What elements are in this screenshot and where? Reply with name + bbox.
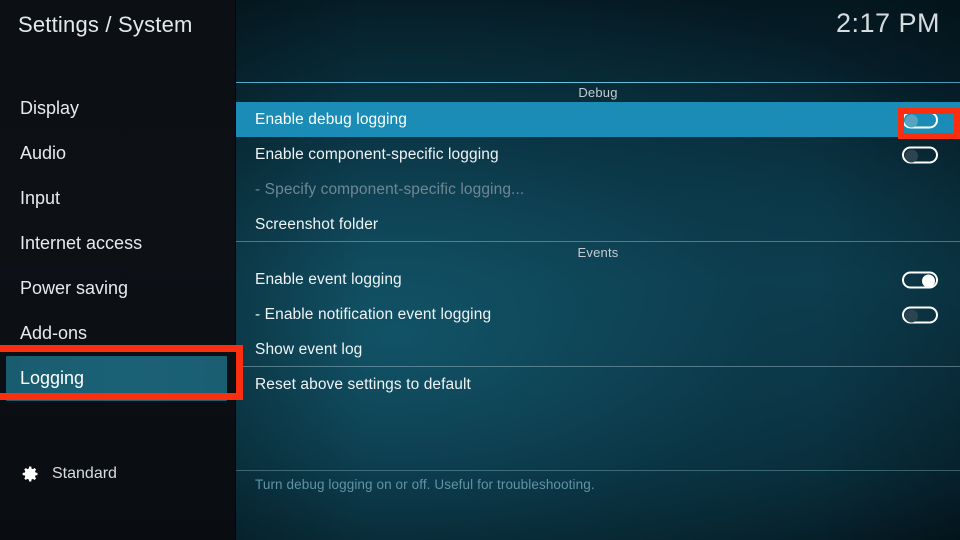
toggle-knob <box>922 274 935 287</box>
settings-row-label: Reset above settings to default <box>255 375 471 393</box>
toggle-knob <box>905 309 918 322</box>
toggle-switch[interactable] <box>902 146 938 163</box>
list-top-divider <box>236 82 960 83</box>
gear-icon <box>20 464 40 484</box>
settings-row-label: Show event log <box>255 340 363 358</box>
settings-row: - Specify component-specific logging... <box>236 172 960 207</box>
sidebar-item-label: Input <box>20 188 61 208</box>
settings-row[interactable]: Enable event logging <box>236 262 960 297</box>
settings-group-header: Events <box>577 244 619 260</box>
kodi-settings-screen: 2:17 PM Settings / System Display Audio In… <box>0 0 960 540</box>
page-title: Settings / System <box>18 12 193 37</box>
sidebar-item-power-saving[interactable]: Power saving <box>0 266 236 311</box>
settings-row[interactable]: Enable component-specific logging <box>236 137 960 172</box>
sidebar-item-label: Logging <box>20 368 85 388</box>
sidebar: Settings / System Display Audio Input Inter… <box>0 0 236 540</box>
sidebar-item-display[interactable]: Display <box>0 86 236 131</box>
settings-row[interactable]: Enable debug logging <box>236 102 960 137</box>
sidebar-item-logging[interactable]: Logging <box>6 356 227 401</box>
settings-list: Debug Enable debug logging Enable componen… <box>236 82 960 402</box>
settings-group-header: Debug <box>578 84 618 100</box>
settings-row-label: - Enable notification event logging <box>255 305 492 323</box>
toggle-switch[interactable] <box>902 306 938 323</box>
settings-row-label: Screenshot folder <box>255 215 379 233</box>
sidebar-nav: Display Audio Input Internet access Power sa… <box>0 86 236 401</box>
profile-level[interactable]: Standard <box>20 464 117 484</box>
toggle-knob <box>905 149 918 162</box>
settings-row-label: Enable debug logging <box>255 110 407 128</box>
sidebar-item-label: Audio <box>20 143 67 163</box>
sidebar-item-internet-access[interactable]: Internet access <box>0 221 236 266</box>
profile-level-label: Standard <box>52 465 117 482</box>
settings-row[interactable]: Reset above settings to default <box>236 367 960 402</box>
sidebar-item-input[interactable]: Input <box>0 176 236 221</box>
settings-row[interactable]: Screenshot folder <box>236 207 960 242</box>
settings-row[interactable]: - Enable notification event logging <box>236 297 960 332</box>
settings-row-label: Enable component-specific logging <box>255 145 499 163</box>
settings-row-label: Enable event logging <box>255 270 402 288</box>
sidebar-item-label: Internet access <box>20 233 143 253</box>
clock: 2:17 PM <box>835 8 940 38</box>
help-divider <box>236 470 960 471</box>
sidebar-item-add-ons[interactable]: Add-ons <box>0 311 236 356</box>
toggle-switch[interactable] <box>902 271 938 288</box>
settings-row[interactable]: Show event log <box>236 332 960 367</box>
sidebar-item-label: Add-ons <box>20 323 88 343</box>
sidebar-item-audio[interactable]: Audio <box>0 131 236 176</box>
help-text: Turn debug logging on or off. Useful for… <box>255 477 595 492</box>
toggle-switch[interactable] <box>902 111 938 128</box>
settings-row-label: - Specify component-specific logging... <box>255 180 525 198</box>
toggle-knob <box>905 114 918 127</box>
sidebar-item-label: Display <box>20 98 80 118</box>
sidebar-item-label: Power saving <box>20 278 129 298</box>
